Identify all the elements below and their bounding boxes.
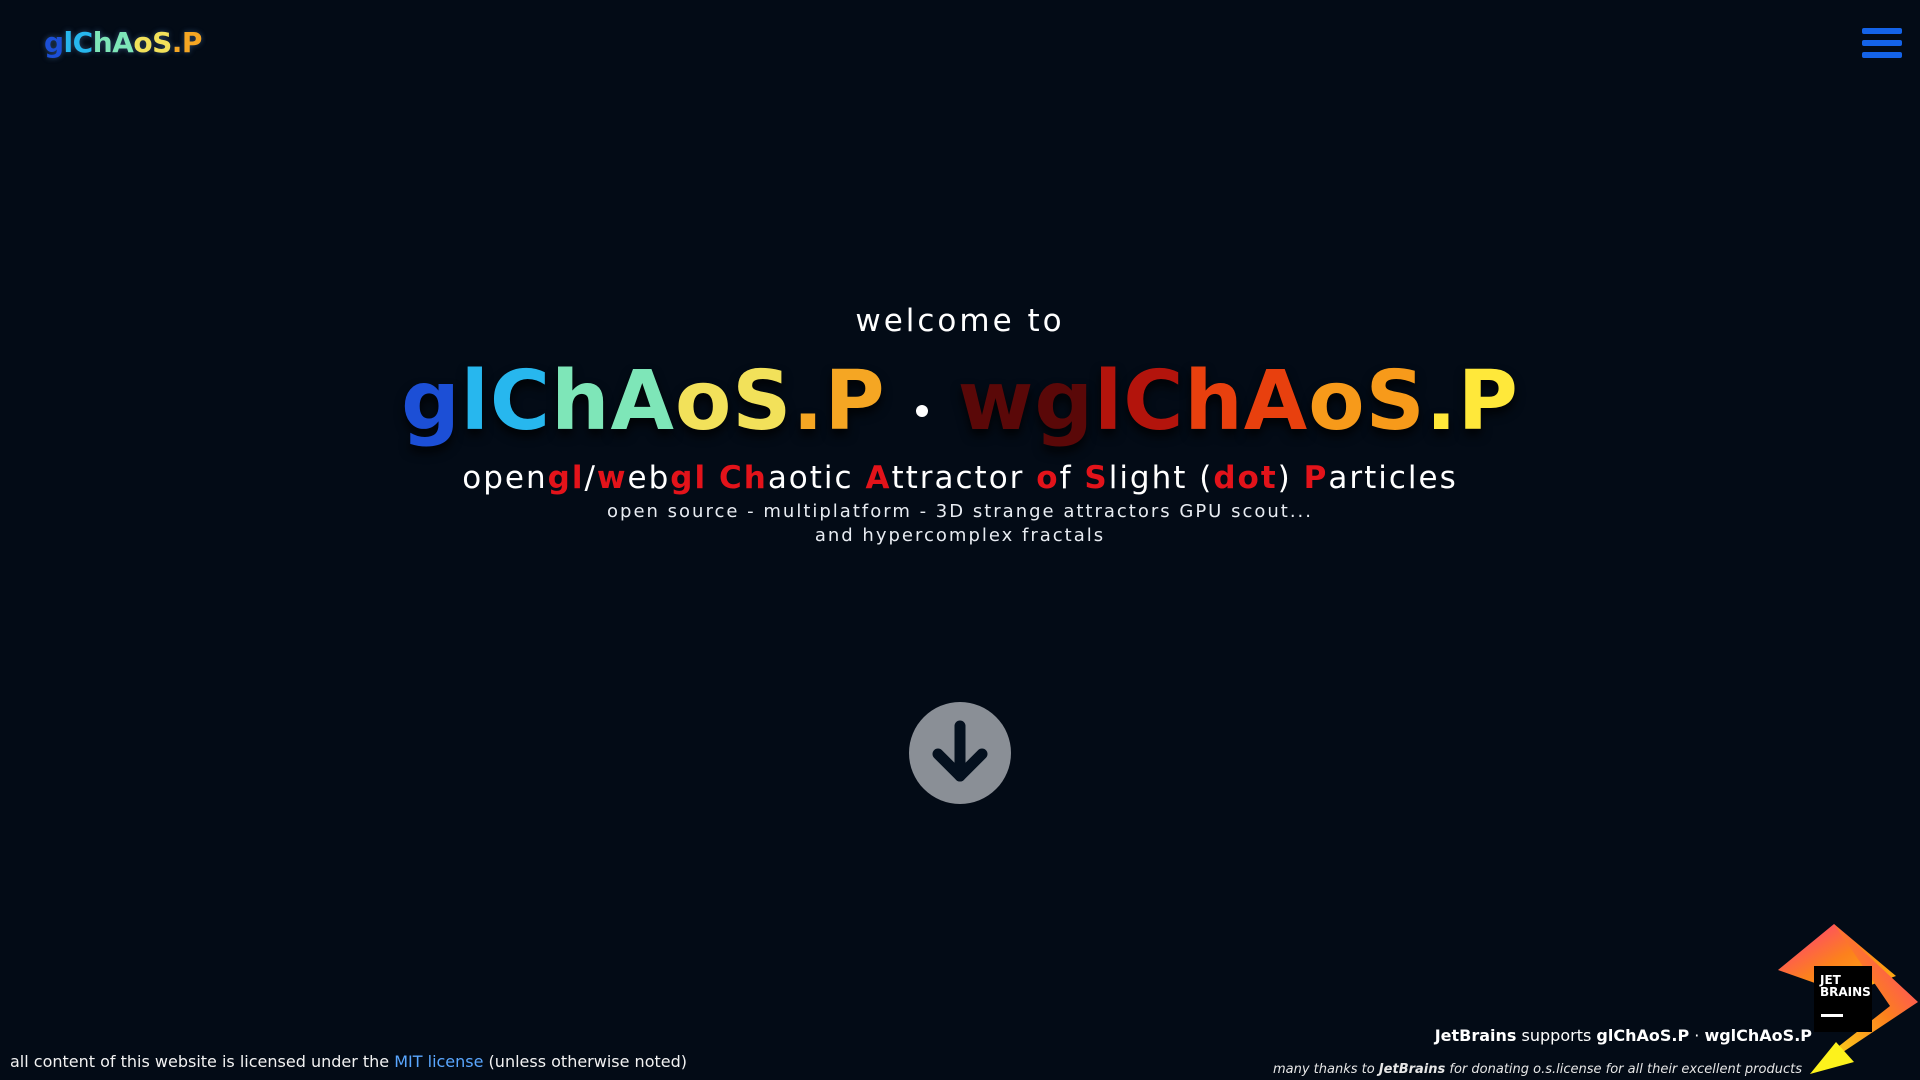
title-glchaosp: glChAoS.P	[401, 354, 886, 449]
title-right-letter: A	[1243, 354, 1309, 449]
thanks-brand: JetBrains	[1378, 1062, 1446, 1077]
acronym-highlight: Ch	[718, 460, 768, 496]
title-right-letter: h	[1184, 354, 1244, 449]
hero-section: welcome to glChAoS.P wglChAoS.P opengl/we…	[0, 300, 1920, 548]
acronym-highlight: A	[865, 460, 892, 496]
title-left-letter: P	[824, 354, 886, 449]
acronym-text: light (	[1108, 460, 1214, 496]
license-suffix: (unless otherwise noted)	[483, 1052, 687, 1071]
title-right-letter: l	[1094, 354, 1124, 449]
title-right-letter: C	[1123, 354, 1185, 449]
logo-letter: P	[181, 26, 203, 59]
title-right-letter: P	[1457, 354, 1519, 449]
title-separator-dot	[915, 404, 928, 417]
title-right-letter: o	[1308, 354, 1366, 449]
jb-supports: supports	[1516, 1026, 1597, 1045]
acronym-highlight: gl	[547, 460, 585, 496]
arrow-down-circle-icon	[932, 720, 988, 782]
tagline-2: and hypercomplex fractals	[814, 525, 1106, 546]
tagline-1: open source - multiplatform - 3D strange…	[607, 501, 1313, 522]
jetbrains-logo[interactable]: JET BRAINS	[1774, 922, 1920, 1080]
acronym-text: open	[462, 460, 548, 496]
acronym-highlight: P	[1303, 460, 1329, 496]
logo-letter: .	[171, 26, 183, 59]
scroll-down-button[interactable]	[909, 702, 1011, 804]
logo-letter: A	[112, 26, 134, 59]
thanks-prefix: many thanks to	[1272, 1062, 1379, 1077]
acronym-line: opengl/webgl Chaotic Attractor of Slight…	[0, 456, 1920, 500]
page: glChAoS.P welcome to glChAoS.P wglChAoS.P…	[0, 0, 1920, 1080]
acronym-highlight: w	[596, 460, 628, 496]
acronym-highlight: o	[1036, 460, 1060, 496]
mit-license-link[interactable]: MIT license	[394, 1052, 483, 1071]
title-left-letter: S	[732, 354, 793, 449]
logo-letter: C	[72, 26, 94, 59]
acronym-text: f	[1059, 460, 1085, 496]
acronym-highlight: S	[1084, 460, 1109, 496]
thanks-suffix: for donating o.s.license for all their e…	[1445, 1062, 1802, 1077]
welcome-text: welcome to	[855, 303, 1065, 339]
jb-dot: ·	[1689, 1026, 1705, 1045]
acronym-text: articles	[1328, 460, 1458, 496]
hero-title: glChAoS.P wglChAoS.P	[0, 352, 1920, 452]
title-left-letter: .	[792, 354, 825, 449]
title-left-letter: C	[489, 354, 552, 449]
title-left-letter: A	[610, 354, 675, 449]
acronym-text: )	[1277, 460, 1304, 496]
title-right-letter: g	[1034, 354, 1095, 449]
acronym-text: aotic	[767, 460, 866, 496]
title-wglchaosp: wglChAoS.P	[958, 354, 1519, 449]
logo-letter: g	[44, 26, 64, 59]
title-right-letter: .	[1425, 354, 1458, 449]
title-left-letter: l	[460, 354, 490, 449]
license-notice: all content of this website is licensed …	[10, 1052, 687, 1071]
acronym-text: /	[584, 460, 597, 496]
svg-text:BRAINS: BRAINS	[1820, 985, 1871, 999]
logo-letter: h	[92, 26, 113, 59]
acronym-text	[707, 460, 719, 496]
logo-letter: o	[133, 26, 153, 59]
acronym-highlight: dot	[1213, 460, 1278, 496]
title-left-letter: o	[674, 354, 733, 449]
jb-brand: JetBrains	[1434, 1026, 1517, 1045]
jetbrains-support-line: JetBrains supports glChAoS.P · wglChAoS.…	[1435, 1026, 1812, 1045]
logo-letter: S	[152, 26, 172, 59]
hamburger-menu-icon[interactable]	[1862, 28, 1902, 64]
jetbrains-thanks-line: many thanks to JetBrains for donating o.…	[1273, 1062, 1802, 1077]
acronym-text: eb	[627, 460, 671, 496]
license-prefix: all content of this website is licensed …	[10, 1052, 395, 1071]
title-left-letter: g	[401, 354, 461, 449]
logo-letter: l	[63, 26, 74, 59]
title-right-letter: w	[957, 354, 1035, 449]
title-left-letter: h	[551, 354, 611, 449]
acronym-text: ttractor	[891, 460, 1037, 496]
acronym-highlight: gl	[670, 460, 708, 496]
title-right-letter: S	[1365, 354, 1426, 449]
site-logo[interactable]: glChAoS.P	[44, 26, 202, 59]
jb-product-1: glChAoS.P	[1596, 1026, 1690, 1045]
